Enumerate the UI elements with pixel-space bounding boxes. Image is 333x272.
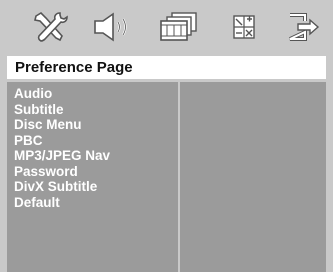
preferences-icon[interactable] [230, 10, 260, 42]
exit-icon[interactable] [287, 10, 321, 42]
video-film-icon[interactable] [158, 10, 200, 42]
menu-list: Audio Subtitle Disc Menu PBC MP3/JPEG Na… [14, 86, 110, 210]
menu-item-audio[interactable]: Audio [14, 86, 110, 102]
menu-item-divx-subtitle[interactable]: DivX Subtitle [14, 179, 110, 195]
menu-item-password[interactable]: Password [14, 164, 110, 180]
dvd-setup-screen: Preference Page Audio Subtitle Disc Menu… [0, 0, 333, 272]
audio-speaker-icon[interactable] [92, 10, 136, 42]
menu-item-disc-menu[interactable]: Disc Menu [14, 117, 110, 133]
menu-item-mp3-jpeg-nav[interactable]: MP3/JPEG Nav [14, 148, 110, 164]
options-panel [180, 82, 326, 272]
page-title: Preference Page [15, 59, 133, 76]
menu-item-subtitle[interactable]: Subtitle [14, 102, 110, 118]
setup-tab-bar [0, 0, 333, 52]
menu-panel: Audio Subtitle Disc Menu PBC MP3/JPEG Na… [7, 82, 178, 272]
page-title-bar: Preference Page [7, 56, 326, 79]
menu-item-default[interactable]: Default [14, 195, 110, 211]
menu-item-pbc[interactable]: PBC [14, 133, 110, 149]
setup-tools-icon[interactable] [30, 10, 70, 42]
